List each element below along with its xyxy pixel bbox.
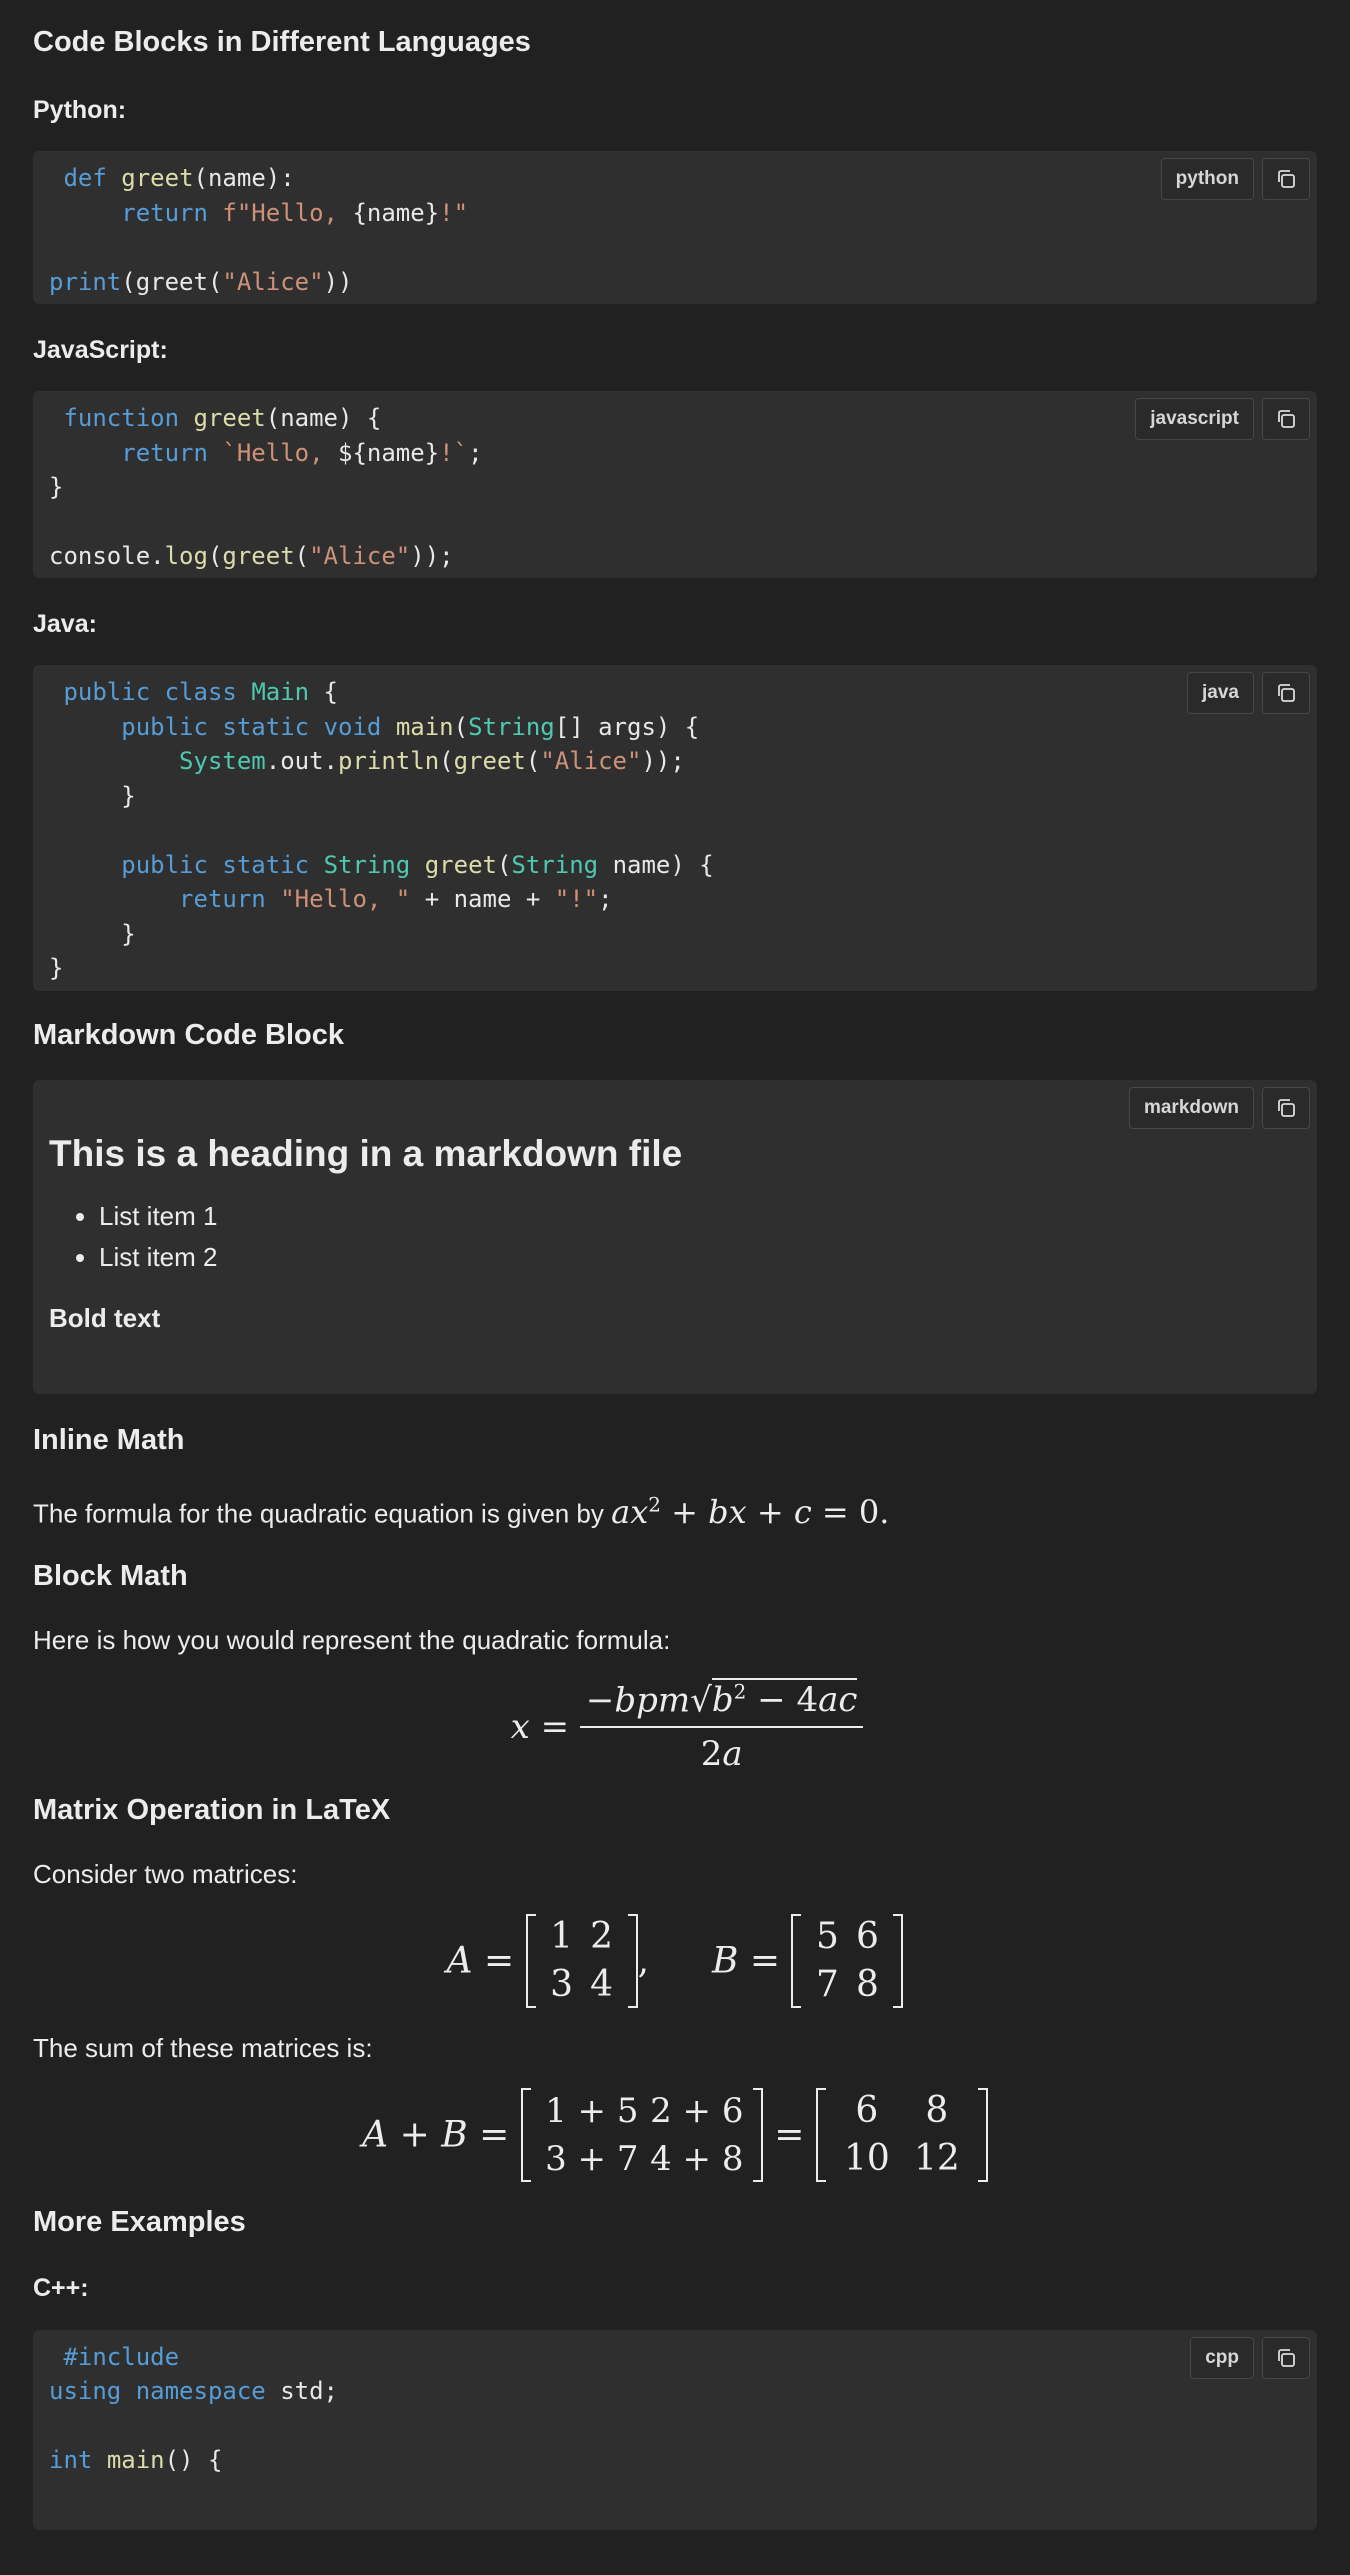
code-toolbar: python <box>1160 158 1310 200</box>
more-examples-heading: More Examples <box>33 2205 246 2238</box>
matrix-b: 56 78 <box>791 1913 904 2008</box>
matrix-sum-result: 68 10 12 <box>815 2087 988 2182</box>
copy-button[interactable] <box>1262 158 1310 200</box>
javascript-heading: JavaScript: <box>33 336 168 364</box>
java-code-block: java public class Main { public static v… <box>33 665 1317 991</box>
code-toolbar: markdown <box>1128 1087 1310 1129</box>
copy-icon <box>1278 1099 1295 1117</box>
markdown-rendered-heading: This is a heading in a markdown file <box>49 1133 683 1174</box>
code-content: #include using namespace std; int main()… <box>49 2342 338 2475</box>
language-badge: markdown <box>1128 1087 1254 1129</box>
cpp-heading: C++: <box>33 2273 89 2302</box>
inline-math-heading: Inline Math <box>33 1424 185 1456</box>
code-content: function greet(name) { return `Hello, ${… <box>49 404 483 570</box>
list-item: List item 1 <box>99 1196 1301 1237</box>
markdown-bold-text: Bold text <box>49 1303 161 1333</box>
inline-math-text: The formula for the quadratic equation i… <box>33 1498 612 1529</box>
quadratic-formula: x = −bpm√b2 − 4ac 2a <box>33 1677 1317 1780</box>
code-content: def greet(name): return f"Hello, {name}!… <box>49 164 469 296</box>
language-badge: javascript <box>1135 398 1254 440</box>
python-code-block: python def greet(name): return f"Hello, … <box>33 151 1317 304</box>
matrix-definitions: A = 12 34 , B = 56 78 <box>33 1913 1317 2008</box>
copy-button[interactable] <box>1262 672 1310 714</box>
block-math-heading: Block Math <box>33 1559 188 1592</box>
content-page: Code Blocks in Different Languages Pytho… <box>0 0 1350 2530</box>
copy-icon <box>1278 2348 1295 2367</box>
markdown-heading: Markdown Code Block <box>33 1019 344 1051</box>
markdown-code-block: markdown This is a heading in a markdown… <box>33 1080 1317 1394</box>
fraction: −bpm√b2 − 4ac 2a <box>579 1677 864 1774</box>
markdown-list: List item 1 List item 2 <box>49 1196 1301 1278</box>
code-toolbar: java <box>1187 672 1310 714</box>
copy-icon <box>1278 410 1295 428</box>
matrix-sum-text: The sum of these matrices is: <box>33 2032 373 2063</box>
cpp-code-block: cpp #include using namespace std; int ma… <box>33 2329 1317 2530</box>
matrix-sum-expression: 1 + 52 + 6 3 + 74 + 8 <box>520 2087 763 2182</box>
matrix-a: 12 34 <box>525 1913 638 2008</box>
language-badge: java <box>1187 672 1254 714</box>
matrix-intro: Consider two matrices: <box>33 1858 298 1889</box>
matrix-sum: A + B = 1 + 52 + 6 3 + 74 + 8 = 68 10 12 <box>33 2087 1317 2182</box>
copy-button[interactable] <box>1262 2336 1310 2379</box>
copy-button[interactable] <box>1262 1087 1310 1129</box>
javascript-code-block: javascript function greet(name) { return… <box>33 391 1317 578</box>
block-math-text: Here is how you would represent the quad… <box>33 1624 671 1655</box>
inline-math-paragraph: The formula for the quadratic equation i… <box>33 1486 1317 1532</box>
list-item: List item 2 <box>99 1237 1301 1278</box>
matrix-heading: Matrix Operation in LaTeX <box>33 1793 391 1826</box>
code-content: public class Main { public static void m… <box>49 678 714 982</box>
language-badge: python <box>1160 158 1254 200</box>
java-heading: Java: <box>33 610 97 638</box>
language-badge: cpp <box>1190 2336 1254 2379</box>
copy-button[interactable] <box>1262 398 1310 440</box>
code-toolbar: javascript <box>1135 398 1310 440</box>
code-toolbar: cpp <box>1190 2336 1310 2379</box>
page-title: Code Blocks in Different Languages <box>33 26 531 58</box>
inline-math-formula: ax2 + bx + c = 0. <box>611 1492 890 1531</box>
copy-icon <box>1278 684 1295 702</box>
python-heading: Python: <box>33 96 127 124</box>
copy-icon <box>1278 170 1295 188</box>
